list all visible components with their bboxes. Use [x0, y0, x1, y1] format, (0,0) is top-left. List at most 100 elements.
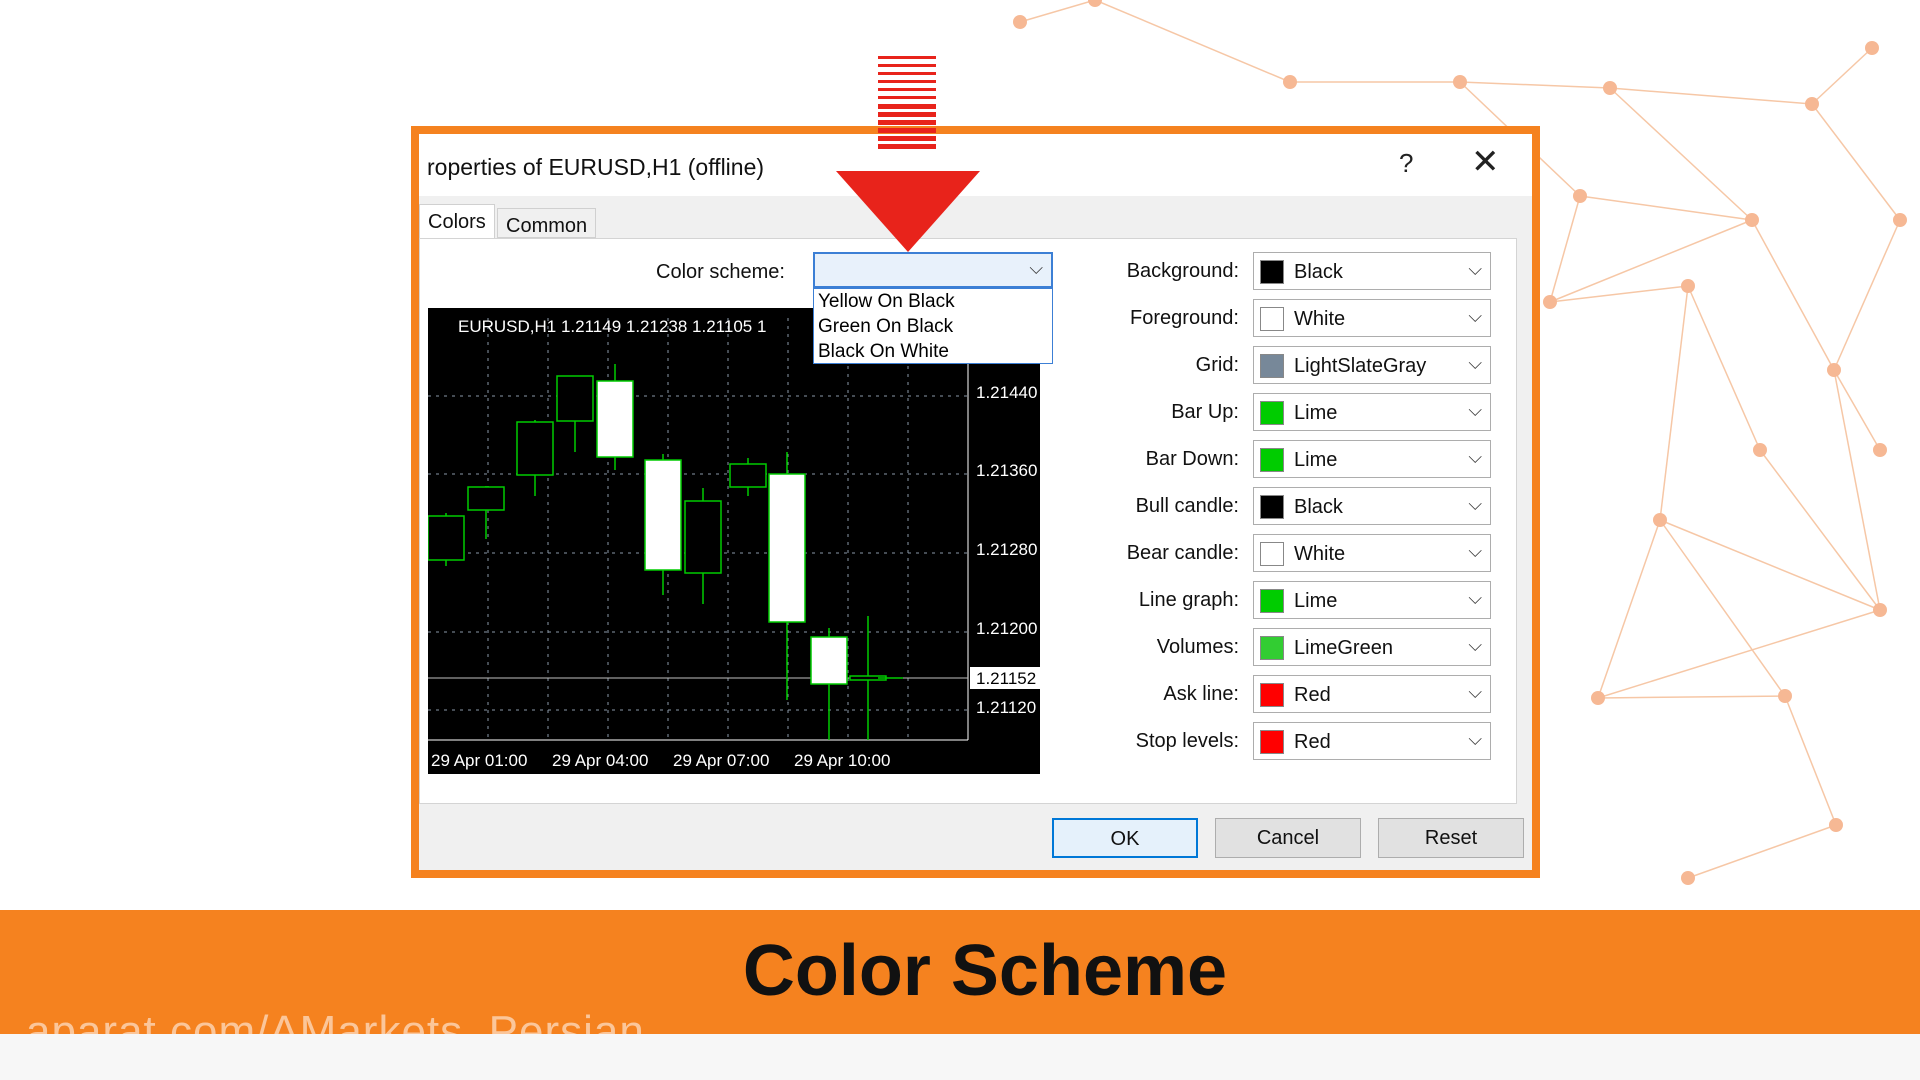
bull-candle	[516, 421, 554, 476]
property-label: Bear candle:	[1126, 542, 1239, 564]
property-color-select[interactable]: Lime ⌵	[1253, 581, 1491, 619]
network-node	[1829, 818, 1843, 832]
arrow-stripe	[878, 128, 936, 133]
network-edge	[1751, 219, 1835, 371]
price-label: 1.21280	[976, 540, 1037, 559]
network-edge	[1833, 369, 1881, 611]
chart-preview: EURUSD,H1 1.21149 1.21238 1.21105 1 1.21…	[428, 308, 1040, 774]
bull-candle	[556, 375, 594, 422]
network-node	[1681, 279, 1695, 293]
property-value: Lime	[1294, 590, 1338, 612]
bear-candle	[644, 459, 682, 571]
current-price-label: 1.21152	[976, 669, 1036, 688]
network-edge	[1019, 0, 1096, 23]
network-node	[1453, 75, 1467, 89]
property-label: Grid:	[1195, 354, 1239, 376]
property-color-select[interactable]: Lime ⌵	[1253, 393, 1491, 431]
bull-candle	[428, 515, 465, 561]
color-scheme-option[interactable]: Black On White	[814, 339, 1052, 364]
time-label: 29 Apr 04:00	[552, 751, 648, 770]
color-scheme-select[interactable]: ⌵	[813, 252, 1053, 288]
network-edge	[1597, 519, 1661, 699]
property-value: Black	[1294, 261, 1343, 283]
property-value: LightSlateGray	[1294, 355, 1427, 377]
network-node	[1088, 0, 1102, 7]
network-node	[1283, 75, 1297, 89]
network-edge	[1784, 695, 1837, 826]
property-label: Background:	[1126, 260, 1239, 282]
property-color-select[interactable]: Black ⌵	[1253, 487, 1491, 525]
arrow-stripe	[878, 96, 936, 99]
chevron-down-icon: ⌵	[1468, 635, 1482, 655]
bear-candle	[810, 636, 848, 685]
arrow-down-icon	[836, 56, 980, 252]
network-edge	[1687, 824, 1837, 879]
network-node	[1893, 213, 1907, 227]
cancel-button[interactable]: Cancel	[1215, 818, 1361, 858]
watermark: aparat.com/AMarkets_Persian	[26, 1007, 645, 1035]
dialog-title: roperties of EURUSD,H1 (offline)	[427, 154, 765, 180]
price-label: 1.21440	[976, 383, 1037, 402]
chevron-down-icon: ⌵	[1468, 353, 1482, 373]
network-node	[1573, 189, 1587, 203]
property-label: Bar Down:	[1145, 448, 1239, 470]
chevron-down-icon: ⌵	[1029, 258, 1043, 278]
ok-button[interactable]: OK	[1052, 818, 1198, 858]
property-label: Foreground:	[1130, 307, 1239, 329]
network-node	[1827, 363, 1841, 377]
property-value: Lime	[1294, 402, 1338, 424]
color-scheme-option[interactable]: Green On Black	[814, 314, 1052, 339]
property-color-select[interactable]: Lime ⌵	[1253, 440, 1491, 478]
network-edge	[1609, 87, 1813, 105]
bear-candle	[596, 380, 634, 458]
color-swatch	[1260, 542, 1284, 566]
chevron-down-icon: ⌵	[1468, 400, 1482, 420]
network-edge	[1659, 285, 1689, 521]
property-color-select[interactable]: Red ⌵	[1253, 675, 1491, 713]
arrow-stripe	[878, 80, 936, 83]
chart-background	[428, 308, 1040, 774]
property-color-select[interactable]: LimeGreen ⌵	[1253, 628, 1491, 666]
arrow-stripe	[878, 136, 936, 141]
property-value: LimeGreen	[1294, 637, 1393, 659]
property-label: Line graph:	[1138, 589, 1239, 611]
tab-colors[interactable]: Colors	[419, 204, 495, 238]
property-color-select[interactable]: Black ⌵	[1253, 252, 1491, 290]
network-edge	[1811, 47, 1873, 105]
time-label: 29 Apr 07:00	[673, 751, 769, 770]
property-value: Red	[1294, 684, 1331, 706]
color-scheme-option[interactable]: Yellow On Black	[814, 289, 1052, 314]
network-node	[1591, 691, 1605, 705]
arrow-stripe	[878, 144, 936, 149]
property-color-select[interactable]: Red ⌵	[1253, 722, 1491, 760]
network-node	[1753, 443, 1767, 457]
bottom-strip	[0, 1034, 1920, 1080]
bear-candle	[768, 473, 806, 623]
network-edge	[1597, 695, 1786, 699]
network-edge	[1609, 87, 1753, 221]
network-edge	[1659, 519, 1786, 697]
color-swatch	[1260, 260, 1284, 284]
property-label: Stop levels:	[1135, 730, 1239, 752]
property-color-select[interactable]: LightSlateGray ⌵	[1253, 346, 1491, 384]
network-edge	[1459, 81, 1611, 89]
chevron-down-icon: ⌵	[1468, 729, 1482, 749]
arrow-head	[836, 171, 980, 252]
chart-header: EURUSD,H1 1.21149 1.21238 1.21105 1	[458, 317, 766, 336]
time-label: 29 Apr 10:00	[794, 751, 890, 770]
property-color-select[interactable]: White ⌵	[1253, 534, 1491, 572]
network-node	[1603, 81, 1617, 95]
chevron-down-icon: ⌵	[1468, 588, 1482, 608]
network-node	[1865, 41, 1879, 55]
network-edge	[1579, 195, 1753, 221]
color-scheme-label: Color scheme:	[656, 261, 785, 283]
help-icon[interactable]: ?	[1399, 148, 1413, 179]
tab-common[interactable]: Common	[497, 208, 597, 238]
reset-button[interactable]: Reset	[1378, 818, 1524, 858]
property-color-select[interactable]: White ⌵	[1253, 299, 1491, 337]
network-node	[1805, 97, 1819, 111]
network-edge	[1094, 0, 1291, 83]
arrow-stripe	[878, 56, 936, 59]
close-icon[interactable]: ✕	[1471, 142, 1500, 182]
chevron-down-icon: ⌵	[1468, 259, 1482, 279]
